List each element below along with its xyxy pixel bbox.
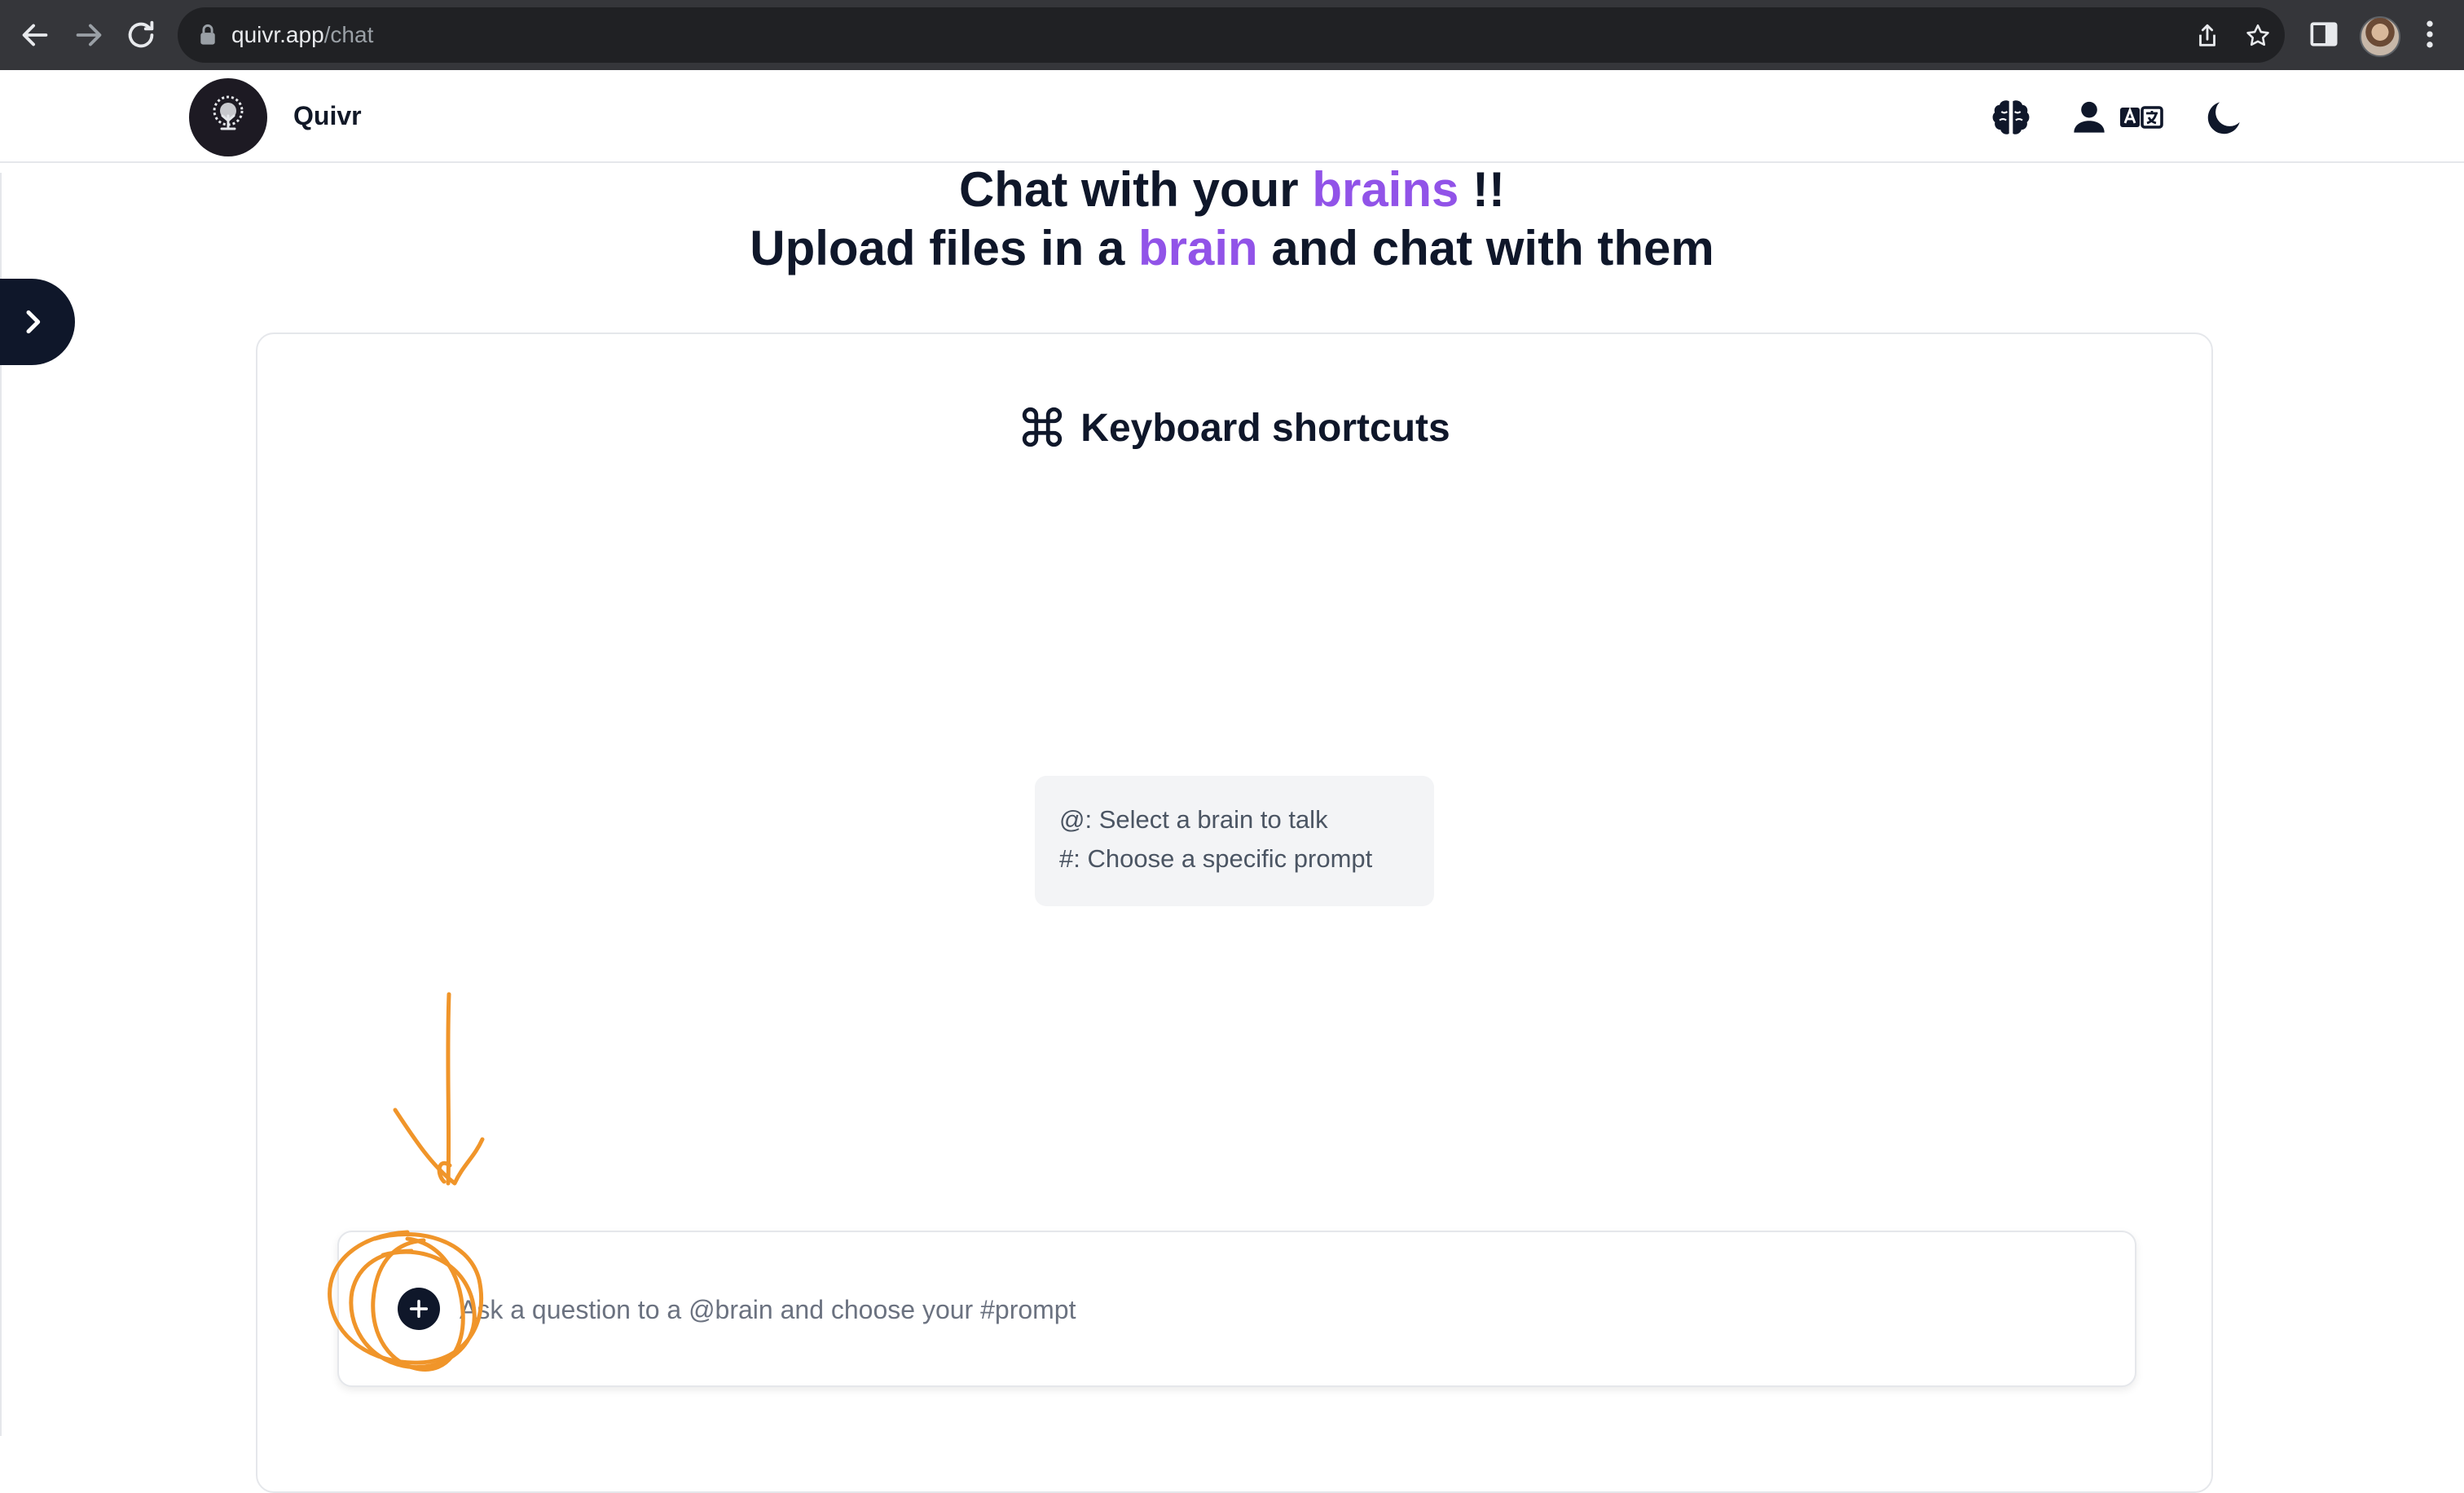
url-path: /chat [323, 22, 374, 47]
keyboard-shortcuts-heading: Keyboard shortcuts [257, 406, 2211, 454]
chat-input-bar [337, 1231, 2136, 1387]
add-file-button[interactable] [398, 1288, 440, 1330]
translate-icon[interactable] [2119, 95, 2164, 140]
brain-icon[interactable] [1988, 95, 2034, 140]
hero-line-1-prefix: Chat with your [958, 162, 1313, 217]
hero-line-1-accent: brains [1312, 162, 1459, 217]
moon-icon[interactable] [2202, 95, 2247, 140]
hero-line-1: Chat with your brains !! [0, 161, 2464, 218]
app-header: Quivr [0, 70, 2464, 163]
keyboard-shortcuts-title: Keyboard shortcuts [1080, 407, 1450, 450]
url-text: quivr.app/chat [231, 7, 373, 63]
star-icon[interactable] [2244, 22, 2272, 50]
plus-icon [409, 1299, 429, 1319]
hero-line-2-suffix: and chat with them [1257, 221, 1714, 275]
hero-line-2: Upload files in a brain and chat with th… [0, 220, 2464, 276]
user-icon[interactable] [2066, 95, 2112, 140]
reload-icon[interactable] [122, 16, 160, 54]
profile-avatar[interactable] [2360, 16, 2400, 57]
hero-line-1-suffix: !! [1459, 162, 1506, 217]
share-icon[interactable] [2193, 22, 2221, 50]
back-arrow-icon[interactable] [16, 16, 54, 54]
brand-name[interactable]: Quivr [293, 70, 362, 161]
lock-icon[interactable] [196, 22, 220, 48]
shortcut-tips: @: Select a brain to talk #: Choose a sp… [1035, 776, 1434, 906]
quivr-logo[interactable] [189, 78, 267, 156]
url-host: quivr.app [231, 22, 324, 47]
shortcut-tip-prompt: #: Choose a specific prompt [1059, 844, 1373, 873]
address-bar[interactable]: quivr.app/chat [178, 7, 2285, 63]
forward-arrow-icon[interactable] [70, 16, 108, 54]
kebab-menu-icon[interactable] [2412, 16, 2448, 52]
hero-line-2-accent: brain [1138, 221, 1258, 275]
chat-question-input[interactable] [458, 1276, 2009, 1343]
side-panel-icon[interactable] [2306, 16, 2342, 52]
shortcut-tip-brain: @: Select a brain to talk [1059, 805, 1328, 834]
chevron-right-icon [26, 310, 41, 334]
hero-line-2-prefix: Upload files in a [750, 221, 1138, 275]
sidebar-toggle-button[interactable] [0, 279, 75, 365]
tree-logo-icon [213, 95, 244, 130]
command-key-icon [1023, 407, 1063, 447]
browser-toolbar: quivr.app/chat [0, 0, 2464, 70]
chat-card: Keyboard shortcuts @: Select a brain to … [256, 333, 2213, 1493]
